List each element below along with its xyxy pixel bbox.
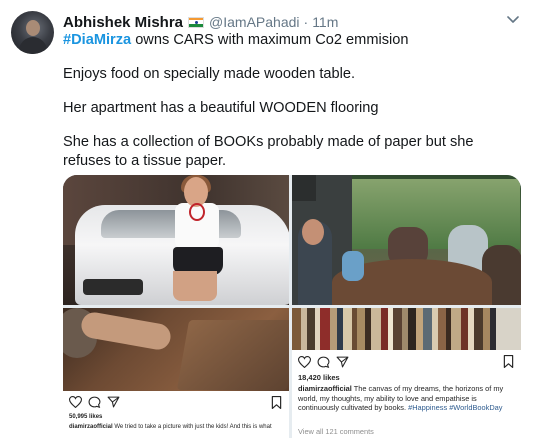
- insta-action-row-right: [298, 356, 349, 368]
- tweet-line-3: Her apartment has a beautiful WOODEN flo…: [63, 100, 379, 116]
- insta-likes-right: 18,420 likes: [298, 373, 340, 382]
- insta-username-left[interactable]: diamirzaofficial: [69, 424, 113, 430]
- comment-icon[interactable]: [317, 356, 330, 368]
- send-icon[interactable]: [107, 396, 120, 408]
- dining-photo[interactable]: [292, 175, 521, 305]
- insta-caption-left: diamirzaofficial We tried to take a pict…: [69, 423, 285, 431]
- tweet-line-1: #DiaMirza owns CARS with maximum Co2 emm…: [63, 31, 523, 50]
- tweet-time[interactable]: 11m: [312, 14, 338, 30]
- media-grid[interactable]: 50,995 likes diamirzaofficial We tried t…: [63, 175, 521, 438]
- avatar[interactable]: [11, 11, 54, 54]
- insta-view-comments[interactable]: View all 121 comments: [298, 427, 374, 436]
- author-name[interactable]: Abhishek Mishra: [63, 14, 183, 31]
- instagram-post-books[interactable]: 18,420 likes diamirzaofficial The canvas…: [292, 308, 521, 438]
- insta-likes-left: 50,995 likes: [69, 414, 103, 420]
- india-flag-icon: [188, 16, 205, 28]
- tweet-header: Abhishek Mishra @IamAPahadi · 11m: [63, 12, 338, 32]
- hashtag-link[interactable]: #DiaMirza: [63, 32, 131, 48]
- chevron-down-icon[interactable]: [506, 15, 520, 25]
- separator-dot: ·: [303, 14, 309, 30]
- bookshelf: [292, 308, 521, 350]
- heart-icon[interactable]: [69, 396, 82, 408]
- insta-hashtags[interactable]: #Happiness #WorldBookDay: [408, 403, 502, 412]
- heart-icon[interactable]: [298, 356, 311, 368]
- send-icon[interactable]: [336, 356, 349, 368]
- bookmark-icon[interactable]: [503, 355, 514, 368]
- insta-caption-right: diamirzaofficial The canvas of my dreams…: [298, 384, 518, 413]
- insta-action-row-left: [69, 396, 120, 408]
- car-photo[interactable]: [63, 175, 289, 305]
- instagram-post-floor[interactable]: 50,995 likes diamirzaofficial We tried t…: [63, 308, 289, 438]
- insta-caption-text-left: We tried to take a picture with just the…: [112, 424, 272, 430]
- insta-username-right[interactable]: diamirzaofficial: [298, 384, 352, 393]
- comment-icon[interactable]: [88, 396, 101, 408]
- author-handle[interactable]: @IamAPahadi: [209, 14, 299, 30]
- tweet[interactable]: Abhishek Mishra @IamAPahadi · 11m #DiaMi…: [0, 0, 533, 438]
- avatar-shoulder: [19, 37, 47, 54]
- bookmark-icon[interactable]: [271, 396, 282, 409]
- avatar-head: [26, 20, 40, 36]
- tweet-line-4: She has a collection of BOOKs probably m…: [63, 134, 474, 169]
- tweet-line-2: Enjoys food on specially made wooden tab…: [63, 66, 356, 82]
- tweet-line-1-text: owns CARS with maximum Co2 emmision: [131, 32, 409, 48]
